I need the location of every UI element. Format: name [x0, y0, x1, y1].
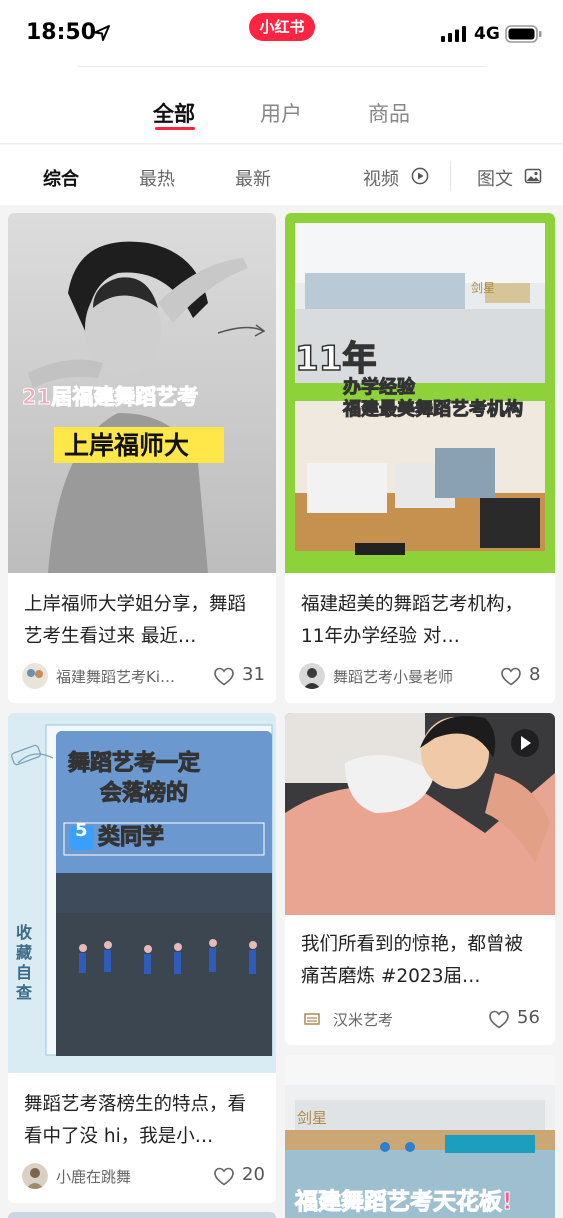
cover-headline: 福建舞蹈艺考天花板!: [295, 1189, 513, 1216]
wall-logo-text: 剑星: [297, 1109, 328, 1127]
like-count: 56: [517, 1007, 540, 1028]
search-tabs: 全部 用户 商品: [0, 66, 563, 144]
filter-video[interactable]: 视频: [363, 165, 399, 191]
card-meta: 汉米艺考 56: [299, 1004, 543, 1034]
author-name[interactable]: 福建舞蹈艺考Ki…: [56, 666, 196, 687]
card-cover-image: [285, 713, 555, 915]
card-meta: 小鹿在跳舞 20: [22, 1161, 265, 1191]
cover-number: 5: [75, 820, 88, 841]
status-time: 18:50: [26, 20, 97, 45]
card-title: 我们所看到的惊艳，都曾被痛苦磨炼 #2023届…: [301, 934, 524, 987]
filter-image-text[interactable]: 图文: [477, 165, 513, 191]
filter-newest[interactable]: 最新: [235, 165, 271, 191]
filter-bar: 综合 最热 最新 视频 图文: [0, 145, 563, 205]
cover-subtitle: 类同学: [97, 825, 165, 851]
heart-icon[interactable]: [489, 1010, 509, 1029]
card-cover-image: [285, 213, 555, 573]
note-card[interactable]: 我们所看到的惊艳，都曾被痛苦磨炼 #2023届… 汉米艺考 56: [285, 713, 555, 1045]
tab-all[interactable]: 全部: [134, 98, 214, 128]
note-card[interactable]: 剑星 福建舞蹈艺考天花板!: [285, 1055, 555, 1218]
note-card[interactable]: 11年 办学经验 福建最美舞蹈艺考机构 剑星 福建超美的舞蹈艺考机构，11年办学…: [285, 213, 555, 703]
avatar: [299, 663, 325, 689]
cover-headline: 舞蹈艺考一定: [67, 751, 201, 777]
play-circle-icon: [411, 167, 429, 185]
cover-headline: 会落榜的: [99, 781, 189, 807]
location-arrow-icon: [94, 25, 110, 41]
status-bar: 18:50 小红书 4G: [0, 0, 563, 66]
cover-subtitle: 福建最美舞蹈艺考机构: [343, 399, 524, 421]
avatar: [22, 1163, 48, 1189]
wall-logo-text: 剑星: [471, 281, 496, 295]
battery-icon: [505, 25, 542, 43]
image-icon: [524, 168, 542, 184]
card-title: 舞蹈艺考落榜生的特点，看看中了没 hi，我是小…: [24, 1094, 247, 1147]
author-name[interactable]: 舞蹈艺考小曼老师: [333, 666, 473, 687]
like-count: 8: [529, 664, 541, 685]
like-count: 20: [242, 1164, 265, 1185]
tab-products[interactable]: 商品: [349, 98, 429, 128]
like-count: 31: [242, 664, 265, 685]
divider: [78, 66, 486, 67]
app-logo: 小红书: [249, 13, 315, 41]
heart-icon[interactable]: [214, 667, 234, 686]
active-tab-indicator: [155, 127, 195, 130]
author-name[interactable]: 汉米艺考: [333, 1009, 473, 1030]
card-meta: 福建舞蹈艺考Ki… 31: [22, 661, 265, 691]
note-card[interactable]: [8, 1212, 276, 1218]
card-meta: 舞蹈艺考小曼老师 8: [299, 661, 543, 691]
tab-users[interactable]: 用户: [241, 98, 321, 128]
signal-icon: [441, 26, 466, 42]
note-card[interactable]: 21届福建舞蹈艺考 上岸福师大 上岸福师大学姐分享，舞蹈艺考生看过来 最近… 福…: [8, 213, 276, 703]
card-title: 上岸福师大学姐分享，舞蹈艺考生看过来 最近…: [24, 594, 247, 647]
filter-comprehensive[interactable]: 综合: [43, 165, 79, 191]
cover-subtitle: 21届福建舞蹈艺考: [21, 385, 199, 410]
card-title: 福建超美的舞蹈艺考机构，11年办学经验 对…: [301, 594, 524, 647]
avatar: [299, 1006, 325, 1032]
heart-icon[interactable]: [214, 1167, 234, 1186]
avatar: [22, 663, 48, 689]
note-card[interactable]: 舞蹈艺考一定 会落榜的 5 类同学 收藏自查 舞蹈艺考落榜生的特点，看看中了没 …: [8, 713, 276, 1203]
filter-hottest[interactable]: 最热: [139, 165, 175, 191]
cover-headline: 上岸福师大: [64, 431, 190, 460]
network-type: 4G: [474, 24, 500, 44]
author-name[interactable]: 小鹿在跳舞: [56, 1166, 196, 1187]
heart-icon[interactable]: [501, 667, 521, 686]
cover-side-text: 收藏自查: [16, 923, 33, 1002]
filter-divider: [450, 161, 451, 191]
app: 18:50 小红书 4G 全部 用户 商品 综合 最热 最新 视频 图文 21届…: [0, 0, 563, 1218]
